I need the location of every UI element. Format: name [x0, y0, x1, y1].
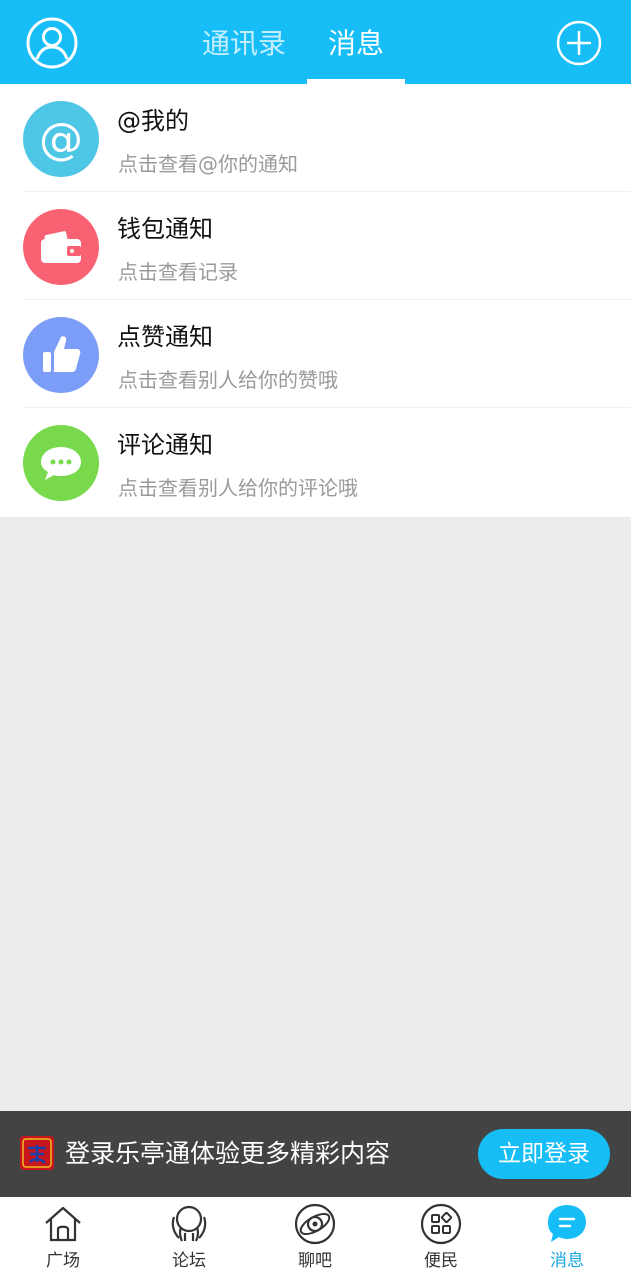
- bottom-nav: 广场 论坛 聊吧 便民 消息: [0, 1197, 631, 1280]
- notification-subtitle: 点击查看记录: [118, 260, 238, 284]
- thumbs-up-icon: [23, 317, 99, 393]
- nav-item-square[interactable]: 广场: [13, 1197, 113, 1280]
- wallet-icon: [23, 209, 99, 285]
- nav-label: 消息: [550, 1251, 584, 1271]
- notification-item-comments[interactable]: 评论通知 点击查看别人给你的评论哦: [0, 408, 631, 517]
- notification-title: 点赞通知: [117, 323, 213, 351]
- nav-label: 便民: [424, 1251, 458, 1271]
- nav-label: 论坛: [172, 1251, 206, 1271]
- notification-subtitle: 点击查看别人给你的评论哦: [118, 476, 358, 500]
- login-button[interactable]: 立即登录: [478, 1129, 610, 1179]
- nav-item-forum[interactable]: 论坛: [139, 1197, 239, 1280]
- notification-subtitle: 点击查看@你的通知: [118, 152, 298, 176]
- svg-text:@: @: [39, 114, 83, 165]
- message-bubble-icon: [546, 1203, 588, 1245]
- nav-label: 广场: [46, 1251, 80, 1271]
- login-banner-text: 登录乐亭通体验更多精彩内容: [65, 1139, 391, 1168]
- login-banner: 登录乐亭通体验更多精彩内容 立即登录: [0, 1111, 631, 1197]
- nav-label: 聊吧: [298, 1251, 332, 1271]
- app-logo-icon: [20, 1136, 54, 1170]
- chat-planet-icon: [294, 1203, 336, 1245]
- at-icon: @: [23, 101, 99, 177]
- plus-circle-icon[interactable]: [556, 20, 602, 66]
- nav-item-services[interactable]: 便民: [391, 1197, 491, 1280]
- forum-icon: [168, 1203, 210, 1245]
- notification-item-wallet[interactable]: 钱包通知 点击查看记录: [0, 192, 631, 300]
- notification-list: @ @我的 点击查看@你的通知 钱包通知 点击查看记录 点赞通知 点击查看别人给…: [0, 84, 631, 517]
- notification-subtitle: 点击查看别人给你的赞哦: [118, 368, 338, 392]
- home-icon: [42, 1203, 84, 1245]
- notification-title: 评论通知: [117, 431, 213, 459]
- user-avatar-icon[interactable]: [26, 17, 78, 69]
- comment-icon: [23, 425, 99, 501]
- top-bar: 通讯录 消息: [0, 0, 631, 84]
- nav-item-messages[interactable]: 消息: [517, 1197, 617, 1280]
- notification-item-mentions[interactable]: @ @我的 点击查看@你的通知: [0, 84, 631, 192]
- tab-messages[interactable]: 消息: [328, 22, 384, 66]
- services-grid-icon: [420, 1203, 462, 1245]
- nav-item-chat[interactable]: 聊吧: [265, 1197, 365, 1280]
- tab-contacts[interactable]: 通讯录: [202, 22, 286, 66]
- notification-item-likes[interactable]: 点赞通知 点击查看别人给你的赞哦: [0, 300, 631, 408]
- notification-title: 钱包通知: [117, 215, 213, 243]
- notification-title: @我的: [117, 107, 189, 135]
